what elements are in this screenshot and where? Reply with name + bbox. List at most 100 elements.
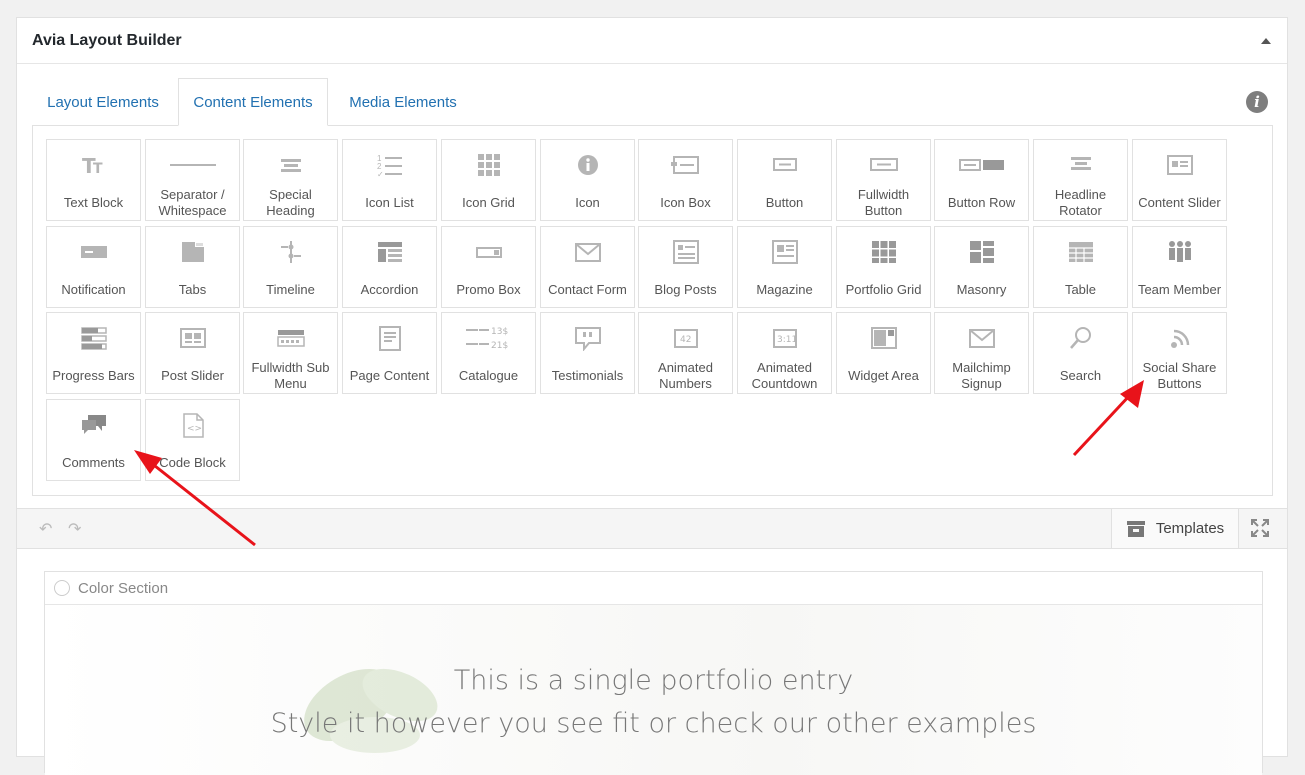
text-block-icon: TT [79,144,109,186]
element-tile-contact-form[interactable]: Contact Form [540,226,635,308]
element-tile-widget-area[interactable]: Widget Area [836,312,931,394]
element-tile-label: Promo Box [456,282,521,297]
element-tile-code-block[interactable]: <> Code Block [145,399,240,481]
element-tile-promo-box[interactable]: Promo Box [441,226,536,308]
element-tile-label: Separator / Whitespace [158,187,227,218]
element-tile-label: Widget Area [848,368,919,383]
element-tile-label: Progress Bars [52,368,135,383]
element-tile-label: Fullwidth Button [857,187,910,218]
envelope-icon [573,231,603,273]
element-tile-animated-countdown[interactable]: 3:11 Animated Countdown [737,312,832,394]
element-tile-icon-grid[interactable]: Icon Grid [441,139,536,221]
element-tile-page-content[interactable]: Page Content [342,312,437,394]
fullscreen-expand-icon[interactable] [1251,519,1269,537]
comments-icon [79,404,109,446]
submenu-icon [276,317,306,359]
element-tile-headline-rotator[interactable]: Headline Rotator [1033,139,1128,221]
tab-layout-elements[interactable]: Layout Elements [44,78,162,125]
element-tile-content-slider[interactable]: Content Slider [1132,139,1227,221]
element-tile-text-block[interactable]: T T Text Block [46,139,141,221]
element-tile-progress-bars[interactable]: Progress Bars [46,312,141,394]
element-tile-label: Mailchimp Signup [952,360,1011,391]
element-tile-social-share-buttons[interactable]: Social Share Buttons [1132,312,1227,394]
element-tile-button[interactable]: Button [737,139,832,221]
section-select-circle[interactable] [54,580,70,596]
collapse-toggle-icon[interactable] [1261,37,1271,44]
element-tile-label: Code Block [159,455,226,470]
element-tile-post-slider[interactable]: Post Slider [145,312,240,394]
tab-content-elements[interactable]: Content Elements [178,78,328,126]
element-tile-icon[interactable]: Icon [540,139,635,221]
element-tile-portfolio-grid[interactable]: Portfolio Grid [836,226,931,308]
animated-numbers-icon: 42 [671,317,701,359]
element-tile-accordion[interactable]: Accordion [342,226,437,308]
element-tabs: Layout Elements Content Elements Media E… [32,78,1272,126]
magazine-icon [770,231,800,273]
element-tile-label: Special Heading [266,187,315,218]
promo-box-icon [474,231,504,273]
element-tile-table[interactable]: Table [1033,226,1128,308]
panel-header[interactable]: Avia Layout Builder [17,18,1287,64]
element-tile-label: Headline Rotator [1054,187,1107,218]
notification-icon [79,231,109,273]
element-tile-label: Masonry [956,282,1007,297]
element-tile-blog-posts[interactable]: Blog Posts [638,226,733,308]
element-tile-special-heading[interactable]: Special Heading [243,139,338,221]
element-tile-label: Content Slider [1138,195,1221,210]
svg-text:✓: ✓ [377,170,384,178]
element-tile-label: Blog Posts [654,282,717,297]
element-tile-testimonials[interactable]: Testimonials [540,312,635,394]
element-tile-magazine[interactable]: Magazine [737,226,832,308]
widget-area-icon [869,317,899,359]
element-tile-label: Page Content [349,368,430,383]
element-tile-label: Portfolio Grid [845,282,922,297]
templates-icon [1126,520,1145,537]
element-tile-icon-list[interactable]: 1 2 ✓ Icon List [342,139,437,221]
element-tile-label: Notification [61,282,126,297]
element-tile-fullwidth-button[interactable]: Fullwidth Button [836,139,931,221]
element-tile-label: Icon [575,195,600,210]
element-tile-animated-numbers[interactable]: 42 Animated Numbers [638,312,733,394]
svg-text:42: 42 [680,335,691,345]
icon-grid-icon [474,144,504,186]
tab-media-elements[interactable]: Media Elements [344,78,462,125]
element-tile-fullwidth-sub-menu[interactable]: Fullwidth Sub Menu [243,312,338,394]
fullwidth-button-icon [869,144,899,186]
element-tile-label: Text Block [63,195,124,210]
element-tile-icon-box[interactable]: Icon Box [638,139,733,221]
undo-icon[interactable]: ↶ [39,519,52,539]
templates-label: Templates [1155,520,1225,537]
team-member-icon [1165,231,1195,273]
element-tile-search[interactable]: Search [1033,312,1128,394]
accordion-icon [375,231,405,273]
builder-canvas: Color Section This is a single portfolio… [44,571,1263,775]
panel-title: Avia Layout Builder [32,31,182,49]
content-slider-icon [1165,144,1195,186]
tabs-icon [178,231,208,273]
color-section-header[interactable]: Color Section [45,572,1262,605]
element-tile-label: Comments [62,455,125,470]
element-tile-mailchimp-signup[interactable]: Mailchimp Signup [934,312,1029,394]
element-tile-masonry[interactable]: Masonry [934,226,1029,308]
testimonials-icon [573,317,603,359]
element-tile-label: Table [1064,282,1097,297]
element-tile-label: Catalogue [458,368,519,383]
element-tile-notification[interactable]: Notification [46,226,141,308]
svg-text:T: T [93,161,103,177]
element-tile-tabs[interactable]: Tabs [145,226,240,308]
timeline-icon [276,231,306,273]
element-tile-label: Icon List [365,195,414,210]
element-tile-separator-whitespace[interactable]: Separator / Whitespace [145,139,240,221]
templates-button[interactable]: Templates [1111,509,1239,548]
element-tile-button-row[interactable]: Button Row [934,139,1029,221]
element-tile-timeline[interactable]: Timeline [243,226,338,308]
element-tile-label: Accordion [360,282,419,297]
info-icon[interactable]: i [1246,91,1268,113]
element-tile-catalogue[interactable]: 13$ 21$ Catalogue [441,312,536,394]
avia-layout-builder-panel: Avia Layout Builder Layout Elements Cont… [16,17,1288,775]
redo-icon[interactable]: ↷ [68,519,81,539]
element-tile-label: Magazine [756,282,813,297]
element-tile-team-member[interactable]: Team Member [1132,226,1227,308]
element-tile-comments[interactable]: Comments [46,399,141,481]
builder-toolbar: ↶ ↷ Templates [17,508,1287,549]
